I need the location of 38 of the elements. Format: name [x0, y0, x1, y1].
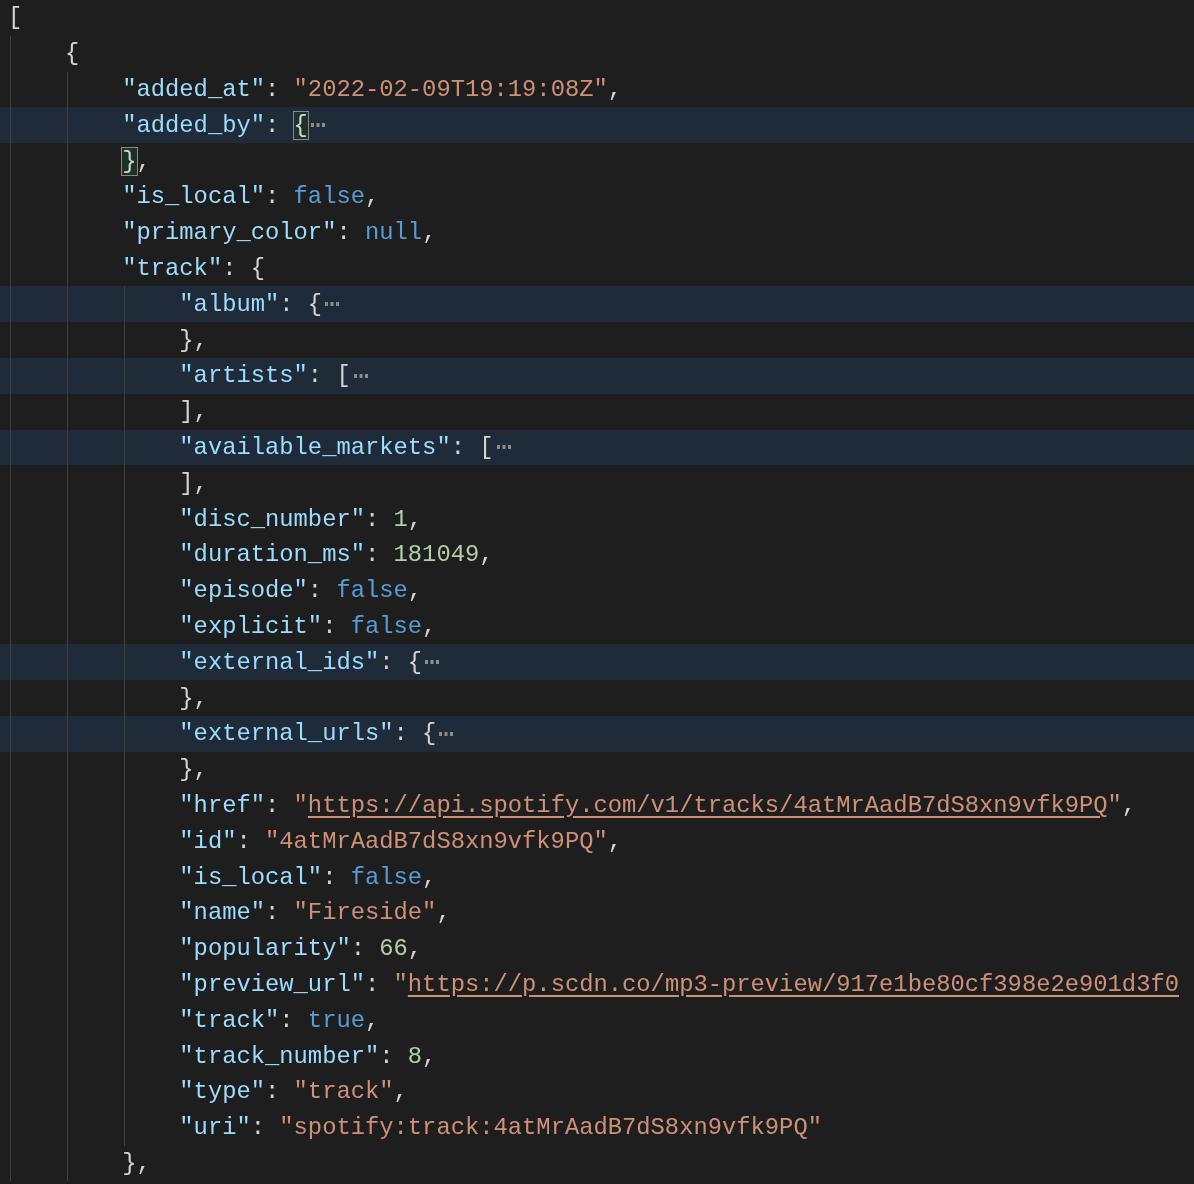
code-text: {: [65, 40, 80, 68]
fold-ellipsis-icon[interactable]: [496, 444, 511, 451]
code-text: "type": "track",: [179, 1078, 408, 1106]
code-text: },: [179, 326, 208, 354]
code-text: },: [179, 684, 208, 712]
code-text: "name": "Fireside",: [179, 899, 451, 927]
code-text: "href": "https://api.spotify.com/v1/tracks/4atMrAadB7dS8xn9vfk9PQ",: [179, 791, 1137, 819]
fold-ellipsis-icon[interactable]: [325, 301, 340, 308]
code-text: "is_local": false,: [122, 183, 380, 211]
code-text: "album": {: [179, 290, 323, 318]
code-text: "track": true,: [179, 1006, 380, 1034]
code-text: [: [8, 4, 23, 32]
code-text: "explicit": false,: [179, 612, 437, 640]
code-text: "external_urls": {: [179, 720, 437, 748]
code-text: "primary_color": null,: [122, 219, 437, 247]
code-text: "external_ids": {: [179, 648, 423, 676]
fold-ellipsis-icon[interactable]: [353, 372, 368, 379]
code-text: "artists": [: [179, 362, 351, 390]
code-text: "popularity": 66,: [179, 935, 423, 963]
code-text: "added_by": {: [122, 111, 308, 139]
code-text: "id": "4atMrAadB7dS8xn9vfk9PQ",: [179, 827, 623, 855]
code-text: "uri": "spotify:track:4atMrAadB7dS8xn9vfk9PQ": [179, 1114, 822, 1142]
fold-ellipsis-icon[interactable]: [425, 659, 440, 666]
fold-ellipsis-icon[interactable]: [439, 730, 454, 737]
code-text: ],: [179, 398, 208, 426]
code-text: "available_markets": [: [179, 433, 494, 461]
code-text: },: [122, 1149, 151, 1177]
code-text: "duration_ms": 181049,: [179, 541, 494, 569]
code-text: "preview_url": "https://p.scdn.co/mp3-preview/917e1be80cf398e2e901d3f0: [179, 970, 1179, 998]
code-text: "track": {: [122, 254, 266, 282]
code-text: "added_at": "2022-02-09T19:19:08Z",: [122, 76, 623, 103]
fold-ellipsis-icon[interactable]: [310, 122, 325, 129]
code-text: ],: [179, 469, 208, 497]
code-text: "episode": false,: [179, 577, 423, 605]
code-text: "track_number": 8,: [179, 1042, 437, 1070]
code-text: "is_local": false,: [179, 863, 437, 891]
code-text: "disc_number": 1,: [179, 505, 423, 533]
code-text: },: [179, 756, 208, 784]
